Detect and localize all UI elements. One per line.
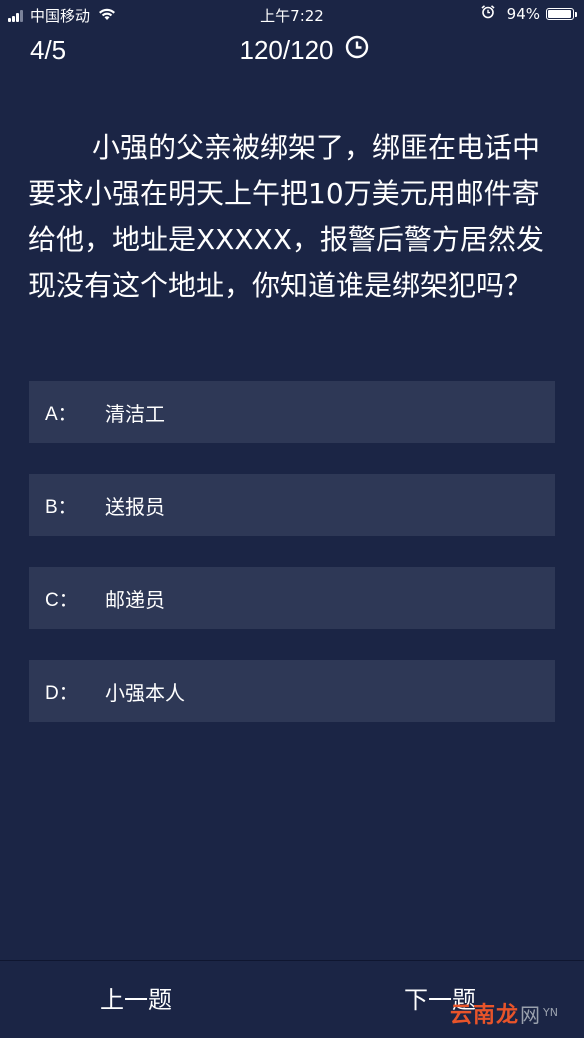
watermark-small: YN bbox=[543, 1006, 558, 1019]
status-bar: 中国移动 上午7:22 94% bbox=[0, 0, 584, 30]
option-b[interactable]: B： 送报员 bbox=[29, 474, 555, 536]
watermark-suffix: 网 bbox=[520, 1002, 541, 1027]
footer-divider bbox=[0, 960, 584, 961]
option-text: 邮递员 bbox=[105, 587, 165, 612]
watermark-brand: 云南龙 bbox=[450, 1003, 520, 1028]
battery-fill bbox=[548, 10, 571, 18]
option-c[interactable]: C： 邮递员 bbox=[29, 567, 555, 629]
option-letter: D： bbox=[45, 682, 78, 704]
status-right: 94% bbox=[481, 5, 577, 23]
clock-icon bbox=[345, 35, 369, 66]
answer-options: A： 清洁工 B： 送报员 C： 邮递员 D： 小强本人 bbox=[29, 381, 555, 753]
prev-question-button[interactable]: 上一题 bbox=[100, 980, 172, 1015]
question-text: 小强的父亲被绑架了，绑匪在电话中要求小强在明天上午把10万美元用邮件寄给他，地址… bbox=[28, 131, 544, 302]
timer: 120/120 bbox=[0, 35, 584, 66]
option-letter: A： bbox=[45, 403, 77, 425]
option-text: 清洁工 bbox=[105, 401, 165, 426]
option-letter: C： bbox=[45, 589, 78, 611]
option-text: 送报员 bbox=[105, 494, 165, 519]
battery-icon bbox=[546, 8, 577, 20]
timer-wrap: 120/120 bbox=[240, 35, 370, 66]
option-d[interactable]: D： 小强本人 bbox=[29, 660, 555, 722]
timer-value: 120/120 bbox=[239, 35, 334, 65]
option-text: 小强本人 bbox=[105, 680, 185, 705]
alarm-icon bbox=[481, 5, 495, 23]
battery-percent: 94% bbox=[506, 5, 540, 23]
option-letter: B： bbox=[45, 496, 77, 518]
watermark-logo: 云南龙 网 YN bbox=[450, 993, 584, 1033]
option-a[interactable]: A： 清洁工 bbox=[29, 381, 555, 443]
